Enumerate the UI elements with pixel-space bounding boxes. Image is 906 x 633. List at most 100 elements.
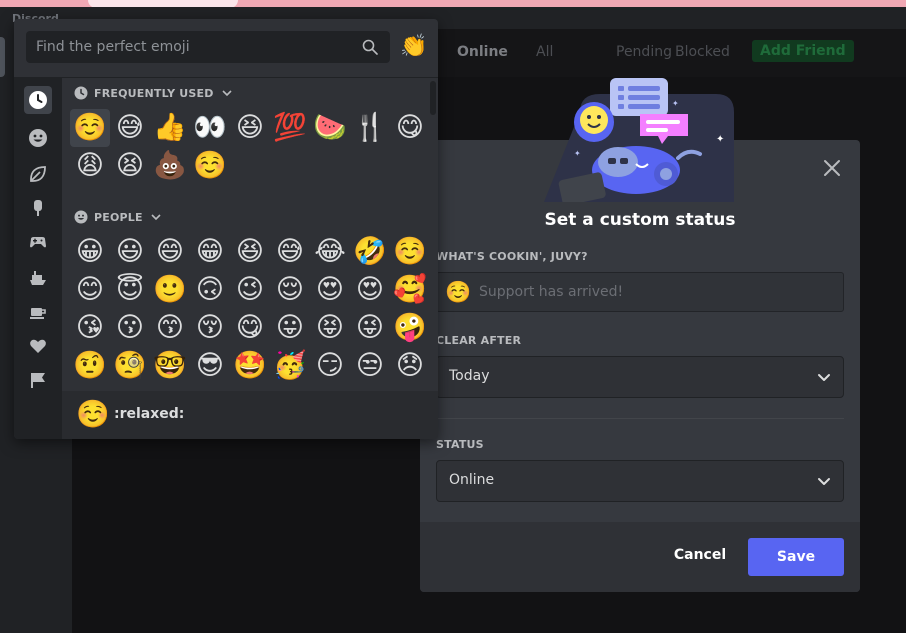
emoji-button[interactable]: 😙	[150, 309, 190, 347]
emoji-button[interactable]: 🍴	[350, 109, 390, 147]
emoji-button[interactable]: 🍉	[310, 109, 350, 147]
clear-after-value: Today	[449, 368, 490, 384]
emoji-button[interactable]: 😞	[390, 347, 430, 385]
chevron-down-icon	[818, 374, 830, 381]
emoji-button[interactable]: 🤪	[390, 309, 430, 347]
modal-title: Set a custom status	[544, 210, 736, 230]
cancel-button[interactable]: Cancel	[668, 547, 732, 569]
friends-tab-online[interactable]: Online	[457, 44, 508, 60]
close-icon[interactable]	[820, 156, 844, 180]
category-flags-icon[interactable]	[24, 366, 52, 394]
emoji-button[interactable]: 😫	[110, 147, 150, 185]
emoji-button[interactable]: 😍	[310, 271, 350, 309]
svg-text:✦: ✦	[574, 149, 581, 158]
emoji-button[interactable]: 🙂	[150, 271, 190, 309]
emoji-button[interactable]: 😆	[230, 109, 270, 147]
emoji-search-box	[26, 31, 390, 63]
clear-after-label: CLEAR AFTER	[436, 334, 522, 347]
emoji-button[interactable]: 💯	[270, 109, 310, 147]
status-emoji-button[interactable]: ☺️	[445, 280, 471, 304]
category-people-icon[interactable]	[24, 124, 52, 152]
category-objects-icon[interactable]	[24, 298, 52, 326]
emoji-button[interactable]: ☺️	[390, 233, 430, 271]
people-grid: 😀 😃 😄 😁 😆 😅 😂 🤣 ☺️ 😊 😇 🙂 🙃 😉 😌 😍 😍 🥰 😘 😗 😙 😚 😋 😛 😝 😜 🤪 🤨 🧐 🤓 😎 🤩 🥳 😏 😒 😞	[70, 233, 430, 385]
emoji-button[interactable]: 😂	[310, 233, 350, 271]
frequently-used-header[interactable]: FREQUENTLY USED	[74, 86, 234, 100]
emoji-button[interactable]: 😍	[350, 271, 390, 309]
frequently-used-title: FREQUENTLY USED	[94, 86, 214, 100]
emoji-button[interactable]: 😊	[70, 271, 110, 309]
friends-tab-blocked[interactable]: Blocked	[675, 44, 730, 60]
emoji-button[interactable]: ☺️	[70, 109, 110, 147]
clock-icon	[74, 86, 88, 100]
emoji-button[interactable]: 😅	[110, 109, 150, 147]
emoji-search-input[interactable]	[36, 36, 346, 58]
friends-tab-pending[interactable]: Pending	[616, 44, 672, 60]
emoji-button[interactable]: 😃	[110, 233, 150, 271]
emoji-button[interactable]: 🤣	[350, 233, 390, 271]
emoji-button[interactable]: 😅	[270, 233, 310, 271]
emoji-button[interactable]: 🤨	[70, 347, 110, 385]
custom-status-input[interactable]	[479, 281, 829, 303]
emoji-button[interactable]: 😌	[270, 271, 310, 309]
emoji-button[interactable]: 😏	[310, 347, 350, 385]
category-activities-icon[interactable]	[24, 228, 52, 256]
emoji-button[interactable]: 😉	[230, 271, 270, 309]
emoji-preview-footer: ☺️ :relaxed:	[62, 391, 438, 439]
emoji-button[interactable]: 😗	[110, 309, 150, 347]
custom-status-field: ☺️	[436, 272, 844, 312]
people-title: PEOPLE	[94, 210, 143, 224]
emoji-category-rail	[14, 78, 62, 439]
emoji-button[interactable]: 😄	[150, 233, 190, 271]
people-icon	[74, 210, 88, 224]
preview-emoji-name: :relaxed:	[114, 406, 185, 422]
clear-after-select[interactable]: Today	[436, 356, 844, 398]
emoji-button[interactable]: 😀	[70, 233, 110, 271]
emoji-button[interactable]: 😩	[70, 147, 110, 185]
emoji-button[interactable]: 👀	[190, 109, 230, 147]
category-food-icon[interactable]	[24, 194, 52, 222]
emoji-button[interactable]: 😒	[350, 347, 390, 385]
chevron-down-icon	[151, 214, 161, 221]
category-nature-icon[interactable]	[24, 160, 52, 188]
emoji-button[interactable]: 😇	[110, 271, 150, 309]
emoji-button[interactable]: 🙃	[190, 271, 230, 309]
scrollbar-thumb[interactable]	[430, 81, 436, 115]
save-button[interactable]: Save	[748, 538, 844, 576]
skin-tone-button[interactable]: 👏	[400, 35, 427, 59]
emoji-button[interactable]: ☺️	[190, 147, 230, 185]
emoji-button[interactable]: 😎	[190, 347, 230, 385]
status-prompt-label: WHAT'S COOKIN', JUVY?	[436, 250, 588, 263]
svg-text:✦: ✦	[672, 99, 679, 108]
emoji-scrollbar[interactable]	[430, 79, 436, 391]
status-select[interactable]: Online	[436, 460, 844, 502]
emoji-button[interactable]: 😛	[270, 309, 310, 347]
emoji-button[interactable]: 😝	[310, 309, 350, 347]
emoji-button[interactable]: 😆	[230, 233, 270, 271]
emoji-button[interactable]: 👍	[150, 109, 190, 147]
emoji-button[interactable]: 😜	[350, 309, 390, 347]
emoji-button[interactable]: 😚	[190, 309, 230, 347]
svg-text:✦: ✦	[716, 134, 724, 145]
custom-status-modal: Set a custom status WHAT'S COOKIN', JUVY…	[420, 140, 860, 592]
emoji-button[interactable]: 🧐	[110, 347, 150, 385]
emoji-button[interactable]: 🥳	[270, 347, 310, 385]
people-header[interactable]: PEOPLE	[74, 210, 163, 224]
emoji-button[interactable]: 🤩	[230, 347, 270, 385]
frequently-used-grid: ☺️ 😅 👍 👀 😆 💯 🍉 🍴 😋 😩 😫 💩 ☺️	[70, 109, 430, 185]
emoji-button[interactable]: 😁	[190, 233, 230, 271]
add-friend-button[interactable]: Add Friend	[752, 40, 854, 62]
emoji-button[interactable]: 😋	[230, 309, 270, 347]
category-travel-icon[interactable]	[24, 264, 52, 292]
emoji-picker: 👏 FREQUENTLY USED	[14, 19, 438, 439]
status-label: STATUS	[436, 438, 484, 451]
category-symbols-icon[interactable]	[24, 332, 52, 360]
emoji-button[interactable]: 🥰	[390, 271, 430, 309]
friends-tab-all[interactable]: All	[536, 44, 553, 60]
emoji-button[interactable]: 🤓	[150, 347, 190, 385]
category-recent-icon[interactable]	[24, 86, 52, 114]
emoji-button[interactable]: 💩	[150, 147, 190, 185]
emoji-button[interactable]: 😘	[70, 309, 110, 347]
emoji-button[interactable]: 😋	[390, 109, 430, 147]
browser-top-strip	[0, 0, 906, 8]
